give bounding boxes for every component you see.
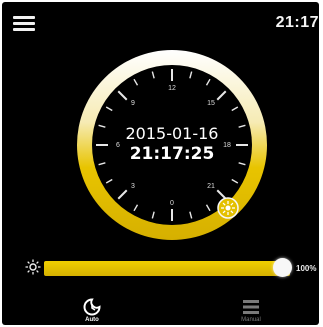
- moon-clock-icon: [83, 298, 101, 316]
- dial-hour-3: 3: [131, 183, 135, 190]
- brightness-slider[interactable]: [44, 261, 290, 276]
- dial-hour-6: 6: [116, 142, 120, 149]
- time-dial: 12 15 18 21 0 3 6 9 2015-01-16 21:17:25: [77, 50, 267, 240]
- dial-hour-18: 18: [223, 142, 231, 149]
- tab-auto-label: Auto: [85, 317, 99, 323]
- dial-hour-21: 21: [207, 183, 215, 190]
- current-time: 21:17:25: [130, 144, 215, 164]
- brightness-slider-thumb[interactable]: [273, 258, 292, 277]
- tab-auto[interactable]: Auto: [72, 298, 112, 323]
- sun-icon: [221, 201, 235, 215]
- tab-manual-label: Manual: [241, 317, 261, 323]
- device-screen: 21:17 12 15 18 21 0 3 6 9 2015-01-16 21:…: [2, 2, 319, 325]
- dial-handle[interactable]: [217, 197, 239, 219]
- dial-hour-12: 12: [168, 85, 176, 92]
- dial-hour-15: 15: [207, 100, 215, 107]
- current-date: 2015-01-16: [126, 124, 219, 143]
- brightness-value: 100%: [296, 264, 317, 273]
- list-icon: [243, 300, 259, 314]
- dial-hour-9: 9: [131, 100, 135, 107]
- brightness-sun-icon: [25, 259, 41, 275]
- dial-hour-0: 0: [170, 200, 174, 207]
- tab-manual[interactable]: Manual: [231, 298, 271, 323]
